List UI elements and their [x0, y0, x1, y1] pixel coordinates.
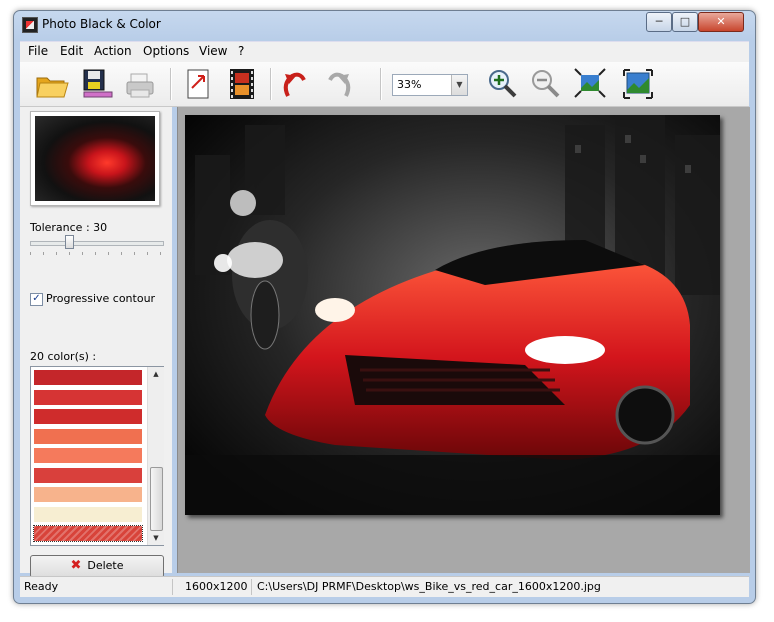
image-canvas[interactable] [177, 107, 750, 573]
print-icon[interactable] [123, 66, 159, 102]
scroll-up-icon[interactable]: ▲ [148, 367, 164, 381]
menu-help[interactable]: ? [238, 44, 244, 58]
color-swatch[interactable] [34, 487, 142, 502]
export-icon[interactable] [180, 66, 216, 102]
redo-icon[interactable] [320, 66, 356, 102]
color-swatch[interactable] [34, 506, 142, 522]
menu-bar: File Edit Action Options View ? [20, 41, 749, 62]
menu-edit[interactable]: Edit [60, 44, 83, 58]
minimize-button[interactable]: ─ [646, 12, 672, 32]
tolerance-slider-track[interactable] [30, 241, 164, 246]
title-bar: Photo Black & Color ─ □ ✕ [14, 11, 755, 37]
delete-icon: ✖ [70, 558, 82, 573]
color-swatch[interactable] [34, 389, 142, 405]
menu-action[interactable]: Action [94, 44, 132, 58]
close-button[interactable]: ✕ [698, 12, 744, 32]
slider-ticks [30, 252, 162, 255]
actual-size-icon[interactable] [620, 66, 656, 102]
color-list[interactable]: ▲ ▼ [30, 366, 164, 546]
color-swatch[interactable] [34, 409, 142, 424]
toolbar: 33% ▼ [20, 62, 749, 107]
film-icon[interactable] [224, 66, 260, 102]
app-icon [22, 17, 38, 33]
progressive-contour-label: Progressive contour [46, 292, 156, 305]
status-bar: Ready 1600x1200 C:\Users\DJ PRMF\Desktop… [20, 576, 749, 597]
status-text: Ready [24, 580, 59, 593]
zoom-select[interactable]: 33% ▼ [392, 74, 468, 96]
scroll-down-icon[interactable]: ▼ [148, 531, 164, 545]
save-icon[interactable] [78, 66, 114, 102]
delete-label: Delete [87, 559, 124, 572]
side-panel: Tolerance : 30 ✓ Progressive contour 20 … [20, 107, 172, 578]
color-list-scrollbar[interactable]: ▲ ▼ [147, 367, 164, 545]
file-path: C:\Users\DJ PRMF\Desktop\ws_Bike_vs_red_… [257, 580, 601, 593]
color-swatch[interactable] [33, 525, 143, 542]
menu-options[interactable]: Options [143, 44, 189, 58]
colors-count-label: 20 color(s) : [30, 350, 97, 363]
scrollbar-thumb[interactable] [150, 467, 163, 531]
status-separator [172, 579, 173, 595]
tolerance-slider-thumb[interactable] [65, 235, 74, 249]
app-window: Photo Black & Color ─ □ ✕ File Edit Acti… [13, 10, 756, 604]
zoom-value: 33% [397, 78, 422, 91]
zoom-in-icon[interactable] [485, 66, 521, 102]
toolbar-separator [170, 68, 172, 100]
color-swatch[interactable] [34, 467, 142, 483]
maximize-button[interactable]: □ [672, 12, 698, 32]
toolbar-separator [380, 68, 382, 100]
progressive-contour-checkbox[interactable]: ✓ [30, 293, 43, 306]
delete-button[interactable]: ✖ Delete [30, 555, 164, 578]
color-swatch[interactable] [34, 428, 142, 444]
undo-icon[interactable] [278, 66, 314, 102]
tolerance-label: Tolerance : 30 [30, 221, 108, 234]
color-swatch[interactable] [34, 370, 142, 385]
status-separator [251, 579, 252, 595]
image-thumbnail[interactable] [30, 111, 160, 206]
zoom-out-icon[interactable] [528, 66, 564, 102]
image-dimensions: 1600x1200 [185, 580, 248, 593]
color-swatch[interactable] [34, 448, 142, 463]
window-title: Photo Black & Color [42, 17, 161, 31]
open-folder-icon[interactable] [34, 66, 70, 102]
fit-icon[interactable] [572, 66, 608, 102]
menu-file[interactable]: File [28, 44, 48, 58]
photo-preview [185, 115, 720, 515]
chevron-down-icon[interactable]: ▼ [451, 75, 467, 95]
menu-view[interactable]: View [199, 44, 227, 58]
toolbar-separator [270, 68, 272, 100]
